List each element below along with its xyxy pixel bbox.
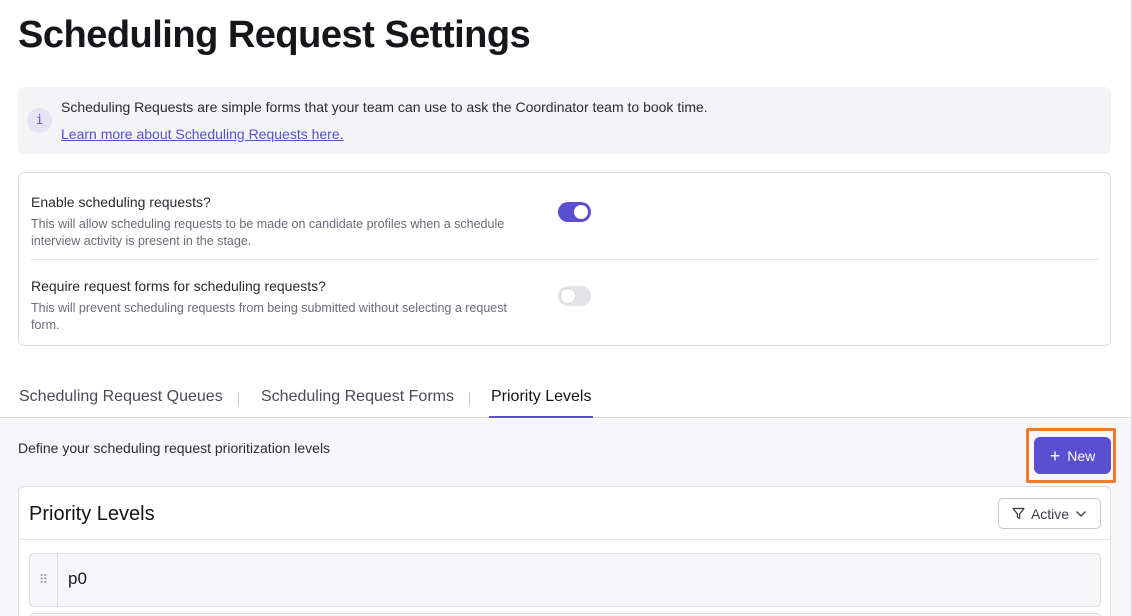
info-banner: i Scheduling Requests are simple forms t… bbox=[18, 87, 1111, 154]
toggle-knob bbox=[574, 205, 588, 219]
scheduling-request-settings-page: Scheduling Request Settings i Scheduling… bbox=[0, 0, 1132, 616]
settings-card: Enable scheduling requests? This will al… bbox=[18, 172, 1111, 346]
page-title: Scheduling Request Settings bbox=[18, 14, 531, 56]
plus-icon: + bbox=[1049, 445, 1061, 466]
new-priority-level-button[interactable]: + New bbox=[1034, 437, 1111, 474]
tab-scheduling-request-forms[interactable]: Scheduling Request Forms bbox=[261, 388, 454, 418]
toggle-knob bbox=[561, 289, 575, 303]
tab-priority-levels[interactable]: Priority Levels bbox=[489, 388, 594, 418]
tab-separator bbox=[469, 392, 470, 406]
priority-level-name: p0 bbox=[68, 569, 87, 588]
priority-levels-description: Define your scheduling request prioritiz… bbox=[18, 440, 331, 456]
info-banner-text: Scheduling Requests are simple forms tha… bbox=[61, 99, 708, 115]
divider bbox=[31, 259, 1099, 260]
setting-enable-scheduling-requests: Enable scheduling requests? This will al… bbox=[31, 194, 1099, 250]
status-filter-dropdown[interactable]: Active bbox=[998, 498, 1101, 529]
learn-more-link[interactable]: Learn more about Scheduling Requests her… bbox=[61, 126, 344, 142]
new-button-label: New bbox=[1067, 447, 1096, 464]
tab-scheduling-request-queues[interactable]: Scheduling Request Queues bbox=[19, 388, 223, 418]
setting-description: This will allow scheduling requests to b… bbox=[31, 217, 505, 248]
setting-description: This will prevent scheduling requests fr… bbox=[31, 301, 507, 332]
tab-separator bbox=[238, 392, 239, 406]
settings-tabs: Scheduling Request Queues Scheduling Req… bbox=[0, 384, 1132, 418]
filter-label: Active bbox=[1030, 505, 1070, 522]
priority-level-row[interactable]: ⠿ p0 bbox=[29, 553, 1101, 607]
info-icon: i bbox=[27, 108, 52, 133]
filter-icon bbox=[1012, 507, 1025, 520]
setting-require-request-forms: Require request forms for scheduling req… bbox=[31, 278, 1099, 334]
enable-scheduling-requests-toggle[interactable] bbox=[558, 202, 591, 222]
priority-levels-card: Priority Levels Active ⠿ p0 bbox=[18, 486, 1111, 616]
require-request-forms-toggle[interactable] bbox=[558, 286, 591, 306]
chevron-down-icon bbox=[1075, 508, 1087, 520]
priority-levels-title: Priority Levels bbox=[29, 503, 155, 525]
priority-levels-header: Priority Levels Active bbox=[19, 487, 1110, 540]
drag-handle-icon[interactable]: ⠿ bbox=[30, 554, 58, 606]
